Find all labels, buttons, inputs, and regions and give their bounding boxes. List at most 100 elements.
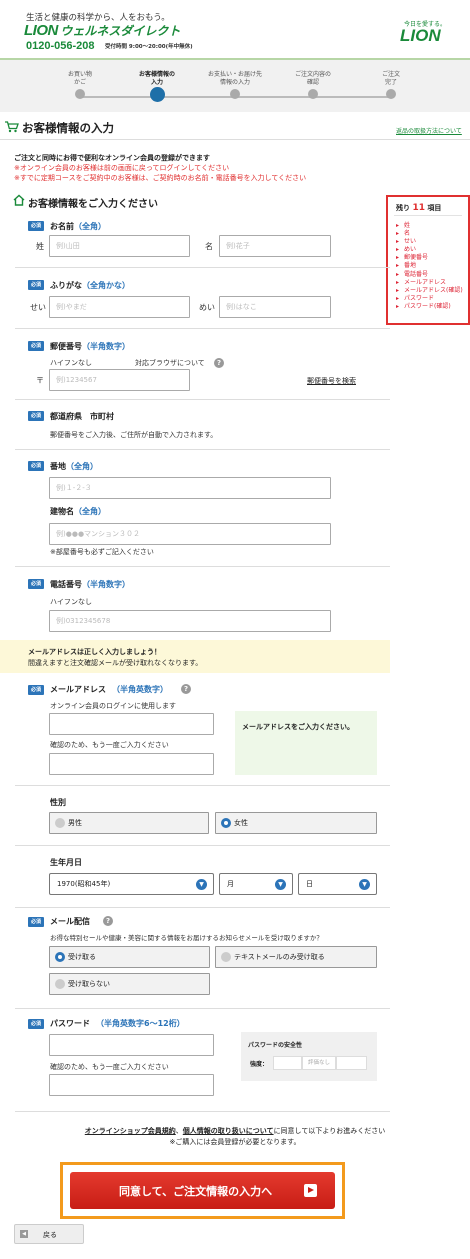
required-badge: 必須 [28,579,44,589]
step-3-label: お支払い・お届け先 情報の入力 [207,71,262,86]
street-address-input[interactable]: 例)１-２-３ [49,477,331,499]
remaining-item[interactable]: 番地 [396,262,470,270]
kana-label: ふりがな（全角かな） [50,280,130,291]
gender-male-label: 男性 [68,819,82,827]
header-phone: 0120-056-208 [26,40,95,52]
password-label: パスワード （半角英数字6〜12桁） [50,1018,185,1029]
remaining-item[interactable]: 姓 [396,222,470,230]
divider [15,845,390,846]
gender-female-label: 女性 [234,819,248,827]
remaining-item[interactable]: せい [396,238,470,246]
postal-label-text: 郵便番号 [50,342,82,351]
gender-label: 性別 [50,798,66,807]
cart-icon [5,121,19,133]
last-name-kana-input[interactable]: 例)やまだ [49,296,190,318]
first-name-kana-input[interactable]: 例)はなこ [219,296,331,318]
radio-text-only [221,952,231,962]
sei-kana-label: せい [30,303,46,312]
birth-day-value: 日 [306,880,313,888]
password-confirm-input[interactable] [49,1074,214,1096]
birth-month-select[interactable]: 月 ▼ [219,873,293,895]
chevron-down-icon: ▼ [359,879,370,890]
step-5-label: ご注文 完了 [381,71,400,86]
radio-receive [55,952,65,962]
remaining-prefix: 残り [396,204,410,212]
required-badge: 必須 [28,411,44,421]
password-confirm-sub: 確認のため、もう一度ご入力ください [50,1063,169,1071]
mailmag-decline-label: 受け取らない [68,980,110,988]
gender-male-option[interactable]: 男性 [49,812,209,834]
return-policy-link[interactable]: 返品の取扱方法について [396,126,462,135]
email-notice-title: メールアドレスは正しく入力しましょう！ [28,648,161,656]
postal-mark: 〒 [36,376,44,385]
help-icon[interactable]: ? [214,358,224,368]
birth-year-value: 1970(昭和45年) [57,880,111,888]
remaining-item[interactable]: メールアドレス [396,279,470,287]
required-badge: 必須 [28,341,44,351]
brand-lion: LION [24,22,58,39]
password-strength-label: 強度： [250,1061,269,1068]
gender-female-option[interactable]: 女性 [215,812,377,834]
email-confirm-sub: 確認のため、もう一度ご入力ください [50,741,169,749]
terms-link[interactable]: オンラインショップ会員規約 [85,1127,176,1135]
building-label: 建物名（全角） [50,506,106,517]
email-confirm-input[interactable] [49,753,214,775]
divider [15,1008,390,1009]
building-label-text: 建物名 [50,507,74,516]
step-2-label: お客様情報の 入力 [138,71,175,86]
remaining-item[interactable]: 名 [396,230,470,238]
name-label-text: お名前 [50,222,74,231]
cta-frame: 同意して、ご注文情報の入力へ [60,1162,345,1219]
back-button-label: 戻る [43,1231,57,1239]
birth-day-select[interactable]: 日 ▼ [298,873,377,895]
remaining-item[interactable]: 電話番号 [396,271,470,279]
mei-label: 名 [205,242,213,251]
browser-support-text: 対応ブラウザについて [135,359,205,367]
step-1-label: お買い物 かご [67,71,92,86]
remaining-count: 11 [412,203,425,213]
radio-male [55,818,65,828]
proceed-button[interactable]: 同意して、ご注文情報の入力へ [70,1172,335,1209]
prefecture-note: 郵便番号をご入力後、ご住所が自動で入力されます。 [50,431,218,439]
password-input[interactable] [49,1034,214,1056]
mailmag-decline-option[interactable]: 受け取らない [49,973,210,995]
privacy-link[interactable]: 個人情報の取り扱いについて [183,1127,274,1135]
page-title: お客様情報の入力 [22,121,114,135]
home-icon [13,194,25,206]
agree-sep: 、 [175,1127,183,1135]
proceed-button-label: 同意して、ご注文情報の入力へ [119,1185,273,1198]
birthdate-label: 生年月日 [50,858,82,867]
prefecture-label: 都道府県 市町村 [50,412,114,421]
step-4-label: ご注文内容の 確認 [294,71,331,86]
chevron-down-icon: ▼ [275,879,286,890]
agree-text: に同意して以下よりお進みください [273,1127,386,1135]
back-button[interactable]: ◀ 戻る [14,1224,84,1244]
help-icon[interactable]: ? [103,916,113,926]
site-logo[interactable]: LION ウェルネスダイレクト [24,22,180,39]
remaining-item[interactable]: パスワード(確認) [396,303,470,311]
required-badge: 必須 [28,221,44,231]
mailmag-text-only-option[interactable]: テキストメールのみ受け取る [215,946,377,968]
help-icon[interactable]: ? [181,684,191,694]
birth-year-select[interactable]: 1970(昭和45年) ▼ [49,873,214,895]
step-2-marker [150,87,165,102]
remaining-item[interactable]: メールアドレス(確認) [396,287,470,295]
remaining-item[interactable]: パスワード [396,295,470,303]
remaining-header: 残り 11 項目 [396,203,441,213]
email-input[interactable] [49,713,214,735]
section-title: お客様情報をご入力ください [28,199,158,210]
name-hint: （全角） [74,222,106,231]
address-label: 番地（全角） [50,461,98,472]
last-name-input[interactable]: 例)山田 [49,235,190,257]
right-logo[interactable]: LION [400,26,441,46]
address-label-text: 番地 [50,462,66,471]
first-name-input[interactable]: 例)花子 [219,235,331,257]
building-hint: （全角） [74,507,106,516]
mailmag-receive-option[interactable]: 受け取る [49,946,210,968]
step-4-marker [308,89,318,99]
postal-search-link[interactable]: 郵便番号を検索 [307,376,356,386]
phone-input[interactable]: 例)0312345678 [49,610,331,632]
postal-code-input[interactable]: 例)1234567 [49,369,190,391]
back-arrow-icon: ◀ [20,1230,28,1238]
building-input[interactable]: 例)●●●マンション３０２ [49,523,331,545]
